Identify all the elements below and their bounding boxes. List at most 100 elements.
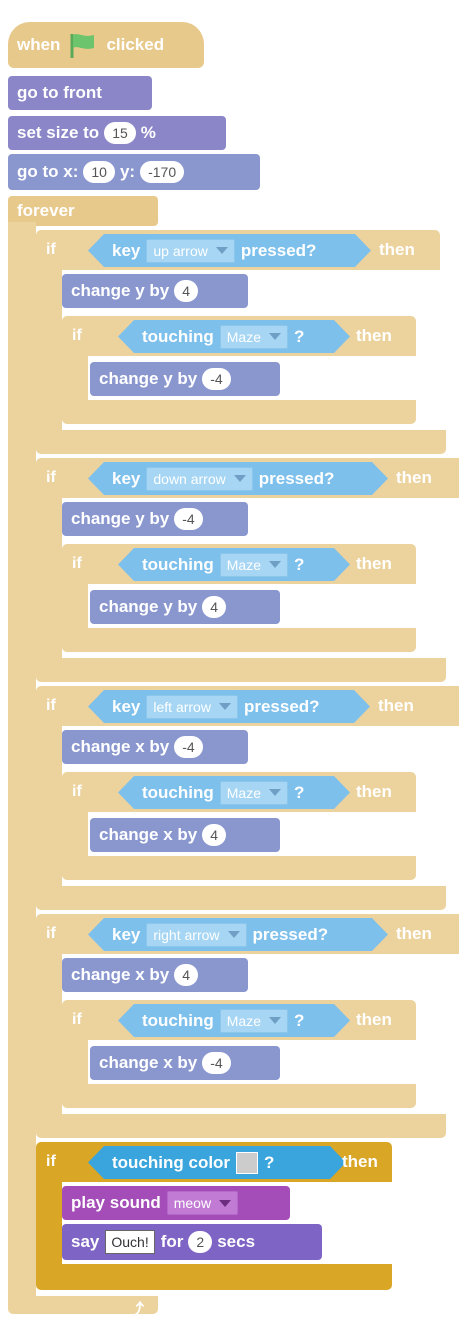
go-to-front-label: go to front bbox=[17, 83, 102, 102]
touching-maze-sensor[interactable]: touching Maze ? bbox=[118, 1004, 350, 1037]
sprite-dropdown[interactable]: Maze bbox=[220, 553, 288, 577]
say-for-secs-block[interactable]: say Ouch! for 2 secs bbox=[62, 1224, 322, 1260]
key-pressed-sensor[interactable]: key down arrow pressed? bbox=[88, 462, 388, 495]
inner-change-value-input[interactable]: 4 bbox=[202, 824, 227, 846]
size-input[interactable]: 15 bbox=[104, 122, 136, 144]
change-value-input[interactable]: 4 bbox=[174, 964, 199, 986]
sound-dropdown[interactable]: meow bbox=[166, 1191, 239, 1215]
touching-color-sensor[interactable]: touching color ? bbox=[88, 1146, 346, 1179]
set-size-block[interactable]: set size to 15 % bbox=[8, 116, 226, 150]
if-label: if bbox=[46, 241, 56, 258]
sprite-value: Maze bbox=[226, 784, 261, 801]
change-label: change y by bbox=[71, 281, 170, 300]
arrow-key-dropdown[interactable]: left arrow bbox=[146, 695, 238, 719]
key-pressed-sensor[interactable]: key right arrow pressed? bbox=[88, 918, 388, 951]
final-if-label: if bbox=[46, 1153, 56, 1170]
inner-if-arm bbox=[62, 812, 88, 858]
inner-if-label: if bbox=[72, 1011, 82, 1028]
inner-change-block[interactable]: change y by 4 bbox=[90, 590, 280, 624]
change-block[interactable]: change y by -4 bbox=[62, 502, 248, 536]
question-label: ? bbox=[264, 1152, 275, 1172]
arrow-key-dropdown[interactable]: down arrow bbox=[146, 467, 252, 491]
dropdown-arrow-icon bbox=[269, 561, 281, 568]
secs-label: secs bbox=[217, 1232, 256, 1251]
color-swatch[interactable] bbox=[236, 1152, 258, 1174]
inner-if-arm bbox=[62, 1040, 88, 1086]
question-label: ? bbox=[294, 1010, 305, 1030]
if-foot bbox=[36, 658, 446, 682]
forever-arm bbox=[8, 222, 36, 1297]
clicked-label: clicked bbox=[106, 35, 165, 54]
then-label: then bbox=[396, 924, 432, 943]
play-sound-block[interactable]: play sound meow bbox=[62, 1186, 290, 1220]
dropdown-arrow-icon bbox=[234, 475, 246, 482]
arrow-key-dropdown[interactable]: right arrow bbox=[146, 923, 246, 947]
sound-value: meow bbox=[173, 1195, 212, 1211]
if-foot bbox=[36, 1114, 446, 1138]
sprite-dropdown[interactable]: Maze bbox=[220, 1009, 288, 1033]
dropdown-arrow-icon bbox=[219, 1199, 232, 1207]
inner-change-block[interactable]: change y by -4 bbox=[90, 362, 280, 396]
dropdown-arrow-icon bbox=[216, 247, 228, 254]
dropdown-arrow-icon bbox=[269, 333, 281, 340]
sprite-value: Maze bbox=[226, 556, 261, 573]
question-label: ? bbox=[294, 782, 305, 802]
key-label: key bbox=[112, 240, 141, 260]
x-input[interactable]: 10 bbox=[83, 161, 115, 183]
touching-maze-sensor[interactable]: touching Maze ? bbox=[118, 320, 350, 353]
if-arm bbox=[36, 498, 62, 658]
touching-label: touching bbox=[142, 554, 214, 574]
green-flag-icon bbox=[70, 34, 95, 58]
touching-label: touching bbox=[142, 1010, 214, 1030]
go-to-xy-block[interactable]: go to x: 10 y: -170 bbox=[8, 154, 260, 190]
change-value-input[interactable]: -4 bbox=[174, 736, 203, 758]
key-label: key bbox=[112, 696, 141, 716]
inner-change-block[interactable]: change x by 4 bbox=[90, 818, 280, 852]
inner-if-arm bbox=[62, 584, 88, 630]
go-to-front-block[interactable]: go to front bbox=[8, 76, 152, 110]
inner-if-foot bbox=[62, 400, 416, 424]
change-block[interactable]: change x by -4 bbox=[62, 730, 248, 764]
arrow-key-dropdown[interactable]: up arrow bbox=[146, 239, 234, 263]
then-label: then bbox=[379, 240, 415, 259]
when-flag-clicked-hat[interactable]: when clicked bbox=[8, 22, 204, 68]
change-value-input[interactable]: 4 bbox=[174, 280, 199, 302]
dropdown-arrow-icon bbox=[219, 703, 231, 710]
if-key-block[interactable]: if key up arrow pressed? then change y b… bbox=[36, 230, 454, 458]
if-foot bbox=[36, 430, 446, 454]
touching-maze-sensor[interactable]: touching Maze ? bbox=[118, 776, 350, 809]
change-value-input[interactable]: -4 bbox=[174, 508, 203, 530]
sprite-dropdown[interactable]: Maze bbox=[220, 325, 288, 349]
inner-change-label: change x by bbox=[99, 825, 198, 844]
if-key-block[interactable]: if key down arrow pressed? then change y… bbox=[36, 458, 459, 686]
sprite-value: Maze bbox=[226, 1012, 261, 1029]
key-pressed-sensor[interactable]: key left arrow pressed? bbox=[88, 690, 370, 723]
change-block[interactable]: change x by 4 bbox=[62, 958, 248, 992]
sprite-dropdown[interactable]: Maze bbox=[220, 781, 288, 805]
dropdown-arrow-icon bbox=[269, 789, 281, 796]
dropdown-arrow-icon bbox=[269, 1017, 281, 1024]
inner-then-label: then bbox=[356, 1010, 392, 1029]
if-label: if bbox=[46, 469, 56, 486]
inner-then-label: then bbox=[356, 326, 392, 345]
if-key-block[interactable]: if key left arrow pressed? then change x… bbox=[36, 686, 459, 914]
loop-arrow-icon: ⤴ bbox=[128, 1302, 145, 1319]
say-label: say bbox=[71, 1232, 100, 1251]
key-label: key bbox=[112, 924, 141, 944]
change-block[interactable]: change y by 4 bbox=[62, 274, 248, 308]
forever-label: forever bbox=[17, 201, 75, 220]
inner-change-value-input[interactable]: -4 bbox=[202, 368, 231, 390]
key-pressed-sensor[interactable]: key up arrow pressed? bbox=[88, 234, 371, 267]
touching-maze-sensor[interactable]: touching Maze ? bbox=[118, 548, 350, 581]
y-label: y: bbox=[119, 162, 136, 181]
if-key-block[interactable]: if key right arrow pressed? then change … bbox=[36, 914, 459, 1142]
if-touching-color-block[interactable]: if touching color ? then play sound meow… bbox=[36, 1142, 396, 1290]
y-input[interactable]: -170 bbox=[140, 161, 185, 183]
then-label: then bbox=[396, 468, 432, 487]
inner-change-value-input[interactable]: 4 bbox=[202, 596, 227, 618]
inner-change-value-input[interactable]: -4 bbox=[202, 1052, 231, 1074]
inner-change-label: change y by bbox=[99, 597, 198, 616]
say-text-input[interactable]: Ouch! bbox=[105, 1230, 155, 1254]
inner-change-block[interactable]: change x by -4 bbox=[90, 1046, 280, 1080]
secs-input[interactable]: 2 bbox=[188, 1231, 213, 1253]
